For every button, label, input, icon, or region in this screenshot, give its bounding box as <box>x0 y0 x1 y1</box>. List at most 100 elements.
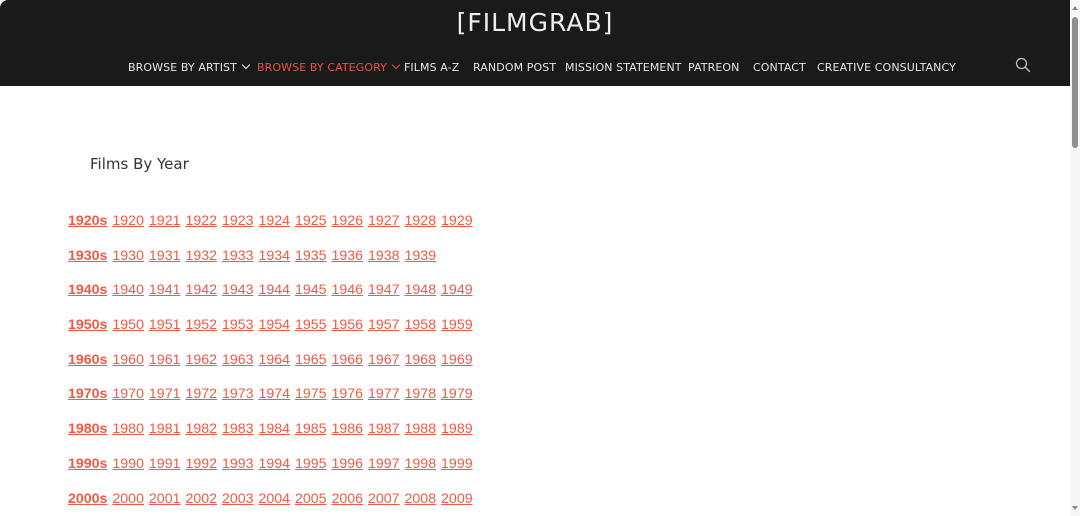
year-link[interactable]: 1963 <box>222 352 254 368</box>
year-link[interactable]: 1951 <box>149 317 181 333</box>
year-link[interactable]: 1930 <box>112 248 144 264</box>
year-link[interactable]: 1977 <box>368 386 400 402</box>
year-link[interactable]: 1984 <box>258 421 290 437</box>
year-link[interactable]: 2005 <box>295 491 327 507</box>
nav-patreon[interactable]: PATREON <box>688 59 740 77</box>
year-link[interactable]: 1927 <box>368 213 400 229</box>
year-link[interactable]: 1953 <box>222 317 254 333</box>
year-link[interactable]: 2001 <box>149 491 181 507</box>
year-link[interactable]: 1939 <box>405 248 437 264</box>
year-link[interactable]: 1961 <box>149 352 181 368</box>
scrollbar-thumb[interactable] <box>1072 17 1078 148</box>
year-link[interactable]: 1991 <box>149 456 181 472</box>
year-link[interactable]: 1923 <box>222 213 254 229</box>
decade-link[interactable]: 1980s <box>68 421 107 437</box>
decade-link[interactable]: 1970s <box>68 386 107 402</box>
scroll-down-arrow-icon[interactable] <box>1072 506 1078 510</box>
year-link[interactable]: 1969 <box>441 352 473 368</box>
year-link[interactable]: 1970 <box>112 386 144 402</box>
year-link[interactable]: 1976 <box>332 386 364 402</box>
year-link[interactable]: 2006 <box>332 491 364 507</box>
year-link[interactable]: 1942 <box>185 282 217 298</box>
year-link[interactable]: 1974 <box>258 386 290 402</box>
year-link[interactable]: 1964 <box>258 352 290 368</box>
year-link[interactable]: 1940 <box>112 282 144 298</box>
year-link[interactable]: 1947 <box>368 282 400 298</box>
year-link[interactable]: 1920 <box>112 213 144 229</box>
year-link[interactable]: 1932 <box>185 248 217 264</box>
year-link[interactable]: 1996 <box>332 456 364 472</box>
year-link[interactable]: 1966 <box>332 352 364 368</box>
year-link[interactable]: 1962 <box>185 352 217 368</box>
year-link[interactable]: 1946 <box>332 282 364 298</box>
nav-creative-consultancy[interactable]: CREATIVE CONSULTANCY <box>817 59 956 77</box>
year-link[interactable]: 1985 <box>295 421 327 437</box>
year-link[interactable]: 1995 <box>295 456 327 472</box>
year-link[interactable]: 1943 <box>222 282 254 298</box>
nav-mission-statement[interactable]: MISSION STATEMENT <box>565 59 682 77</box>
year-link[interactable]: 1979 <box>441 386 473 402</box>
year-link[interactable]: 1926 <box>332 213 364 229</box>
year-link[interactable]: 1948 <box>405 282 437 298</box>
year-link[interactable]: 1929 <box>441 213 473 229</box>
year-link[interactable]: 1934 <box>258 248 290 264</box>
year-link[interactable]: 1936 <box>332 248 364 264</box>
decade-link[interactable]: 1990s <box>68 456 107 472</box>
year-link[interactable]: 1999 <box>441 456 473 472</box>
year-link[interactable]: 1959 <box>441 317 473 333</box>
nav-contact[interactable]: CONTACT <box>753 59 806 77</box>
year-link[interactable]: 1954 <box>258 317 290 333</box>
nav-browse-by-category[interactable]: BROWSE BY CATEGORY <box>257 59 401 77</box>
year-link[interactable]: 1973 <box>222 386 254 402</box>
decade-link[interactable]: 2000s <box>68 491 107 507</box>
year-link[interactable]: 1958 <box>405 317 437 333</box>
year-link[interactable]: 1968 <box>405 352 437 368</box>
year-link[interactable]: 1992 <box>185 456 217 472</box>
year-link[interactable]: 1971 <box>149 386 181 402</box>
decade-link[interactable]: 1950s <box>68 317 107 333</box>
year-link[interactable]: 1960 <box>112 352 144 368</box>
nav-films-a-z[interactable]: FILMS A-Z <box>404 59 459 77</box>
site-logo-link[interactable]: [FILMGRAB] <box>0 6 1070 40</box>
year-link[interactable]: 1928 <box>405 213 437 229</box>
year-link[interactable]: 1967 <box>368 352 400 368</box>
scroll-up-arrow-icon[interactable] <box>1072 6 1078 10</box>
year-link[interactable]: 2007 <box>368 491 400 507</box>
year-link[interactable]: 1987 <box>368 421 400 437</box>
year-link[interactable]: 1950 <box>112 317 144 333</box>
vertical-scrollbar[interactable] <box>1070 0 1080 516</box>
search-icon[interactable] <box>1015 57 1031 73</box>
year-link[interactable]: 1994 <box>258 456 290 472</box>
year-link[interactable]: 1933 <box>222 248 254 264</box>
year-link[interactable]: 1980 <box>112 421 144 437</box>
decade-link[interactable]: 1940s <box>68 282 107 298</box>
year-link[interactable]: 1931 <box>149 248 181 264</box>
year-link[interactable]: 1983 <box>222 421 254 437</box>
year-link[interactable]: 1952 <box>185 317 217 333</box>
decade-link[interactable]: 1920s <box>68 213 107 229</box>
year-link[interactable]: 1997 <box>368 456 400 472</box>
year-link[interactable]: 1990 <box>112 456 144 472</box>
year-link[interactable]: 1941 <box>149 282 181 298</box>
year-link[interactable]: 1993 <box>222 456 254 472</box>
year-link[interactable]: 1935 <box>295 248 327 264</box>
year-link[interactable]: 1921 <box>149 213 181 229</box>
year-link[interactable]: 1986 <box>332 421 364 437</box>
year-link[interactable]: 1965 <box>295 352 327 368</box>
nav-browse-by-artist[interactable]: BROWSE BY ARTIST <box>128 59 251 77</box>
year-link[interactable]: 2009 <box>441 491 473 507</box>
year-link[interactable]: 1955 <box>295 317 327 333</box>
year-link[interactable]: 1989 <box>441 421 473 437</box>
year-link[interactable]: 2000 <box>112 491 144 507</box>
year-link[interactable]: 2003 <box>222 491 254 507</box>
year-link[interactable]: 1949 <box>441 282 473 298</box>
year-link[interactable]: 1972 <box>185 386 217 402</box>
year-link[interactable]: 1924 <box>258 213 290 229</box>
year-link[interactable]: 2008 <box>405 491 437 507</box>
year-link[interactable]: 1981 <box>149 421 181 437</box>
nav-random-post[interactable]: RANDOM POST <box>473 59 556 77</box>
decade-link[interactable]: 1930s <box>68 248 107 264</box>
year-link[interactable]: 1938 <box>368 248 400 264</box>
year-link[interactable]: 2002 <box>185 491 217 507</box>
year-link[interactable]: 2004 <box>258 491 290 507</box>
